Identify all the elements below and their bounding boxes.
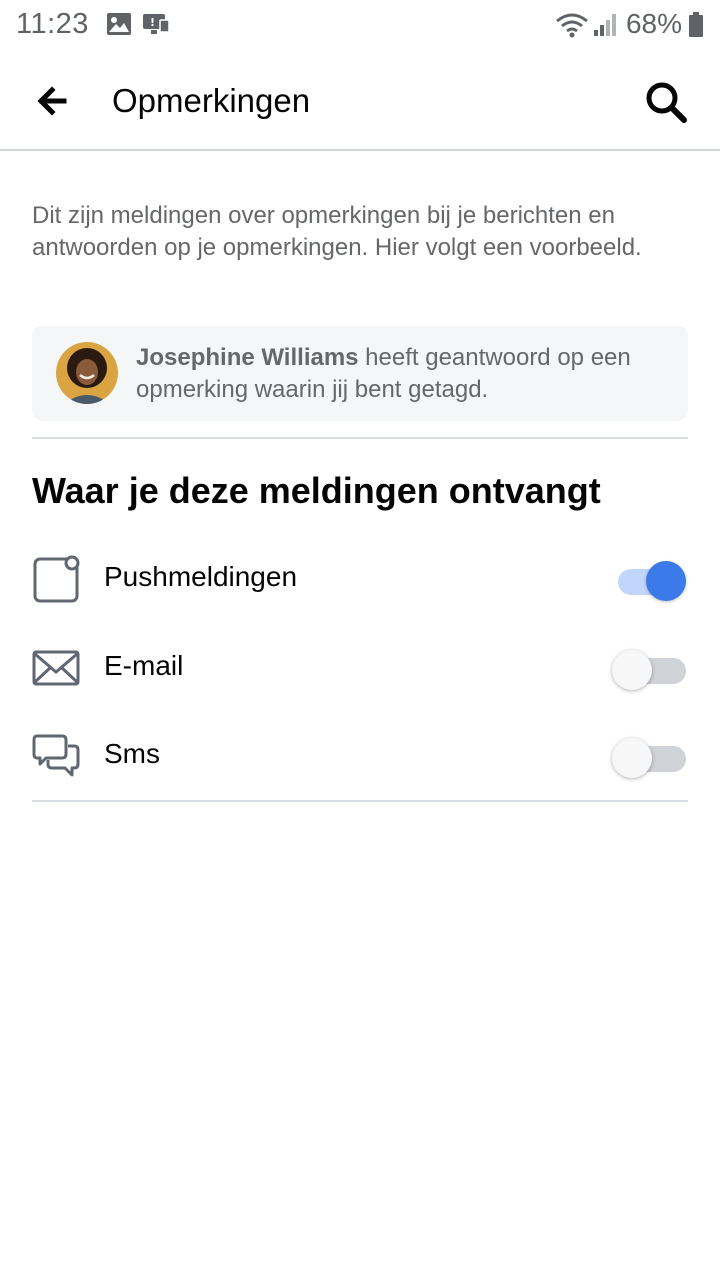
sms-toggle[interactable]: [612, 736, 688, 778]
status-bar: 11:23 ! 68%: [0, 0, 720, 50]
channel-label: E-mail: [104, 650, 184, 681]
cast-icon: !: [143, 14, 170, 34]
svg-text:!: !: [150, 16, 155, 29]
envelope-icon: [32, 650, 80, 686]
status-time: 11:23: [16, 8, 89, 40]
wifi-icon: [556, 13, 588, 38]
chat-bubbles-icon: [32, 734, 80, 777]
divider: [32, 800, 688, 802]
channel-label: Sms: [104, 738, 160, 769]
image-icon: [107, 13, 131, 35]
email-toggle[interactable]: [612, 648, 688, 690]
channel-row-push[interactable]: Pushmeldingen: [0, 535, 720, 623]
toggle-knob: [612, 738, 652, 778]
channel-row-email[interactable]: E-mail: [0, 624, 720, 712]
toggle-knob: [646, 561, 686, 601]
phone-notification-icon: [33, 555, 80, 603]
section-title: Waar je deze meldingen ontvangt: [32, 470, 601, 511]
channel-label: Pushmeldingen: [104, 561, 298, 592]
channel-row-sms[interactable]: Sms: [0, 712, 720, 800]
toggle-knob: [612, 650, 652, 690]
battery-percentage: 68%: [625, 8, 682, 39]
search-button[interactable]: [642, 78, 690, 126]
push-toggle[interactable]: [612, 559, 688, 601]
top-app-bar: Opmerkingen: [0, 50, 720, 151]
notification-preview-card: Josephine Williams heeft geantwoord op e…: [32, 326, 688, 421]
avatar: [56, 342, 118, 404]
description-text: Dit zijn meldingen over opmerkingen bij …: [32, 202, 642, 261]
battery-icon: [689, 12, 703, 37]
page-title: Opmerkingen: [112, 82, 311, 119]
divider: [32, 437, 688, 439]
preview-user-name: Josephine Williams: [136, 344, 359, 371]
signal-icon: [594, 14, 616, 36]
back-button[interactable]: [30, 78, 80, 124]
preview-text: Josephine Williams heeft geantwoord op e…: [136, 342, 676, 406]
arrow-left-icon: [37, 86, 67, 116]
search-icon: [646, 82, 687, 123]
